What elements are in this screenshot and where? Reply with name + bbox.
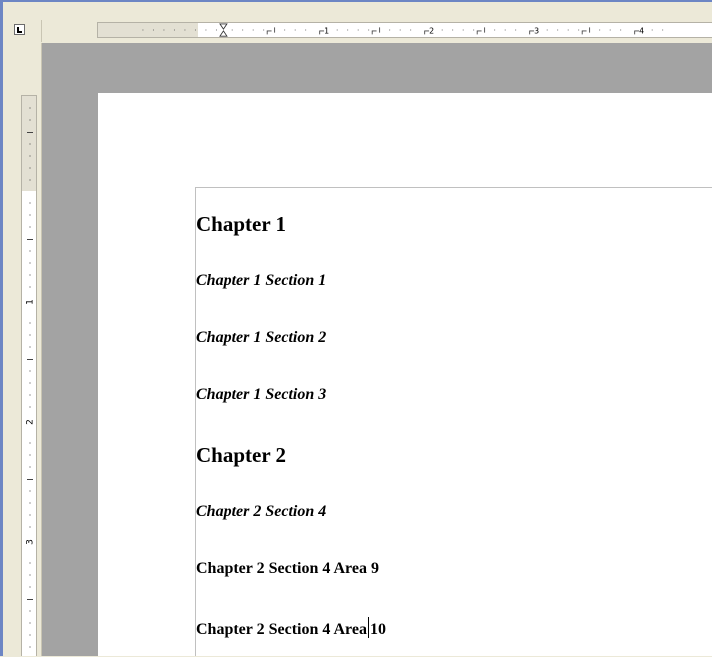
heading-chapter-1-section-3[interactable]: Chapter 1 Section 3 <box>196 386 326 404</box>
vertical-ruler-marks: 1 2 3 <box>26 107 36 648</box>
horizontal-ruler[interactable]: 1 2 3 4 <box>42 20 712 43</box>
vertical-ruler[interactable]: 1 2 3 <box>4 43 42 656</box>
heading-chapter-2-section-4-area-10[interactable]: Chapter 2 Section 4 Area 10 <box>196 617 386 639</box>
vruler-number-3: 3 <box>26 539 36 545</box>
hruler-number-2: 2 <box>429 27 434 36</box>
vruler-number-2: 2 <box>26 419 36 425</box>
hruler-number-1: 1 <box>324 27 329 36</box>
text-cursor <box>367 617 369 638</box>
heading-chapter-1-section-1[interactable]: Chapter 1 Section 1 <box>196 272 326 290</box>
document-workspace: Chapter 1 Chapter 1 Section 1 Chapter 1 … <box>42 43 712 656</box>
vruler-number-1: 1 <box>26 299 36 305</box>
hruler-number-4: 4 <box>639 27 644 36</box>
text-after-cursor: 10 <box>369 621 386 638</box>
indent-marker <box>219 23 228 37</box>
horizontal-ruler-strip: 1 2 3 4 <box>97 22 712 38</box>
document-page[interactable]: Chapter 1 Chapter 1 Section 1 Chapter 1 … <box>98 93 712 656</box>
heading-chapter-2-section-4-area-9[interactable]: Chapter 2 Section 4 Area 9 <box>196 560 379 578</box>
heading-chapter-2[interactable]: Chapter 2 <box>196 443 286 468</box>
heading-chapter-1[interactable]: Chapter 1 <box>196 212 286 237</box>
hruler-number-3: 3 <box>534 27 539 36</box>
text-body[interactable]: Chapter 1 Chapter 1 Section 1 Chapter 1 … <box>195 187 712 656</box>
window-frame-left <box>0 0 3 656</box>
horizontal-ruler-marks: 1 2 3 4 <box>142 23 664 37</box>
left-tab-icon <box>14 24 25 35</box>
tab-stop-selector[interactable] <box>4 20 42 42</box>
vertical-ruler-strip: 1 2 3 <box>21 95 37 656</box>
window-frame-top <box>0 0 712 2</box>
text-before-cursor: Chapter 2 Section 4 Area <box>196 621 367 638</box>
tab-stop-marks <box>266 30 640 35</box>
heading-chapter-2-section-4[interactable]: Chapter 2 Section 4 <box>196 503 326 521</box>
heading-chapter-1-section-2[interactable]: Chapter 1 Section 2 <box>196 329 326 347</box>
